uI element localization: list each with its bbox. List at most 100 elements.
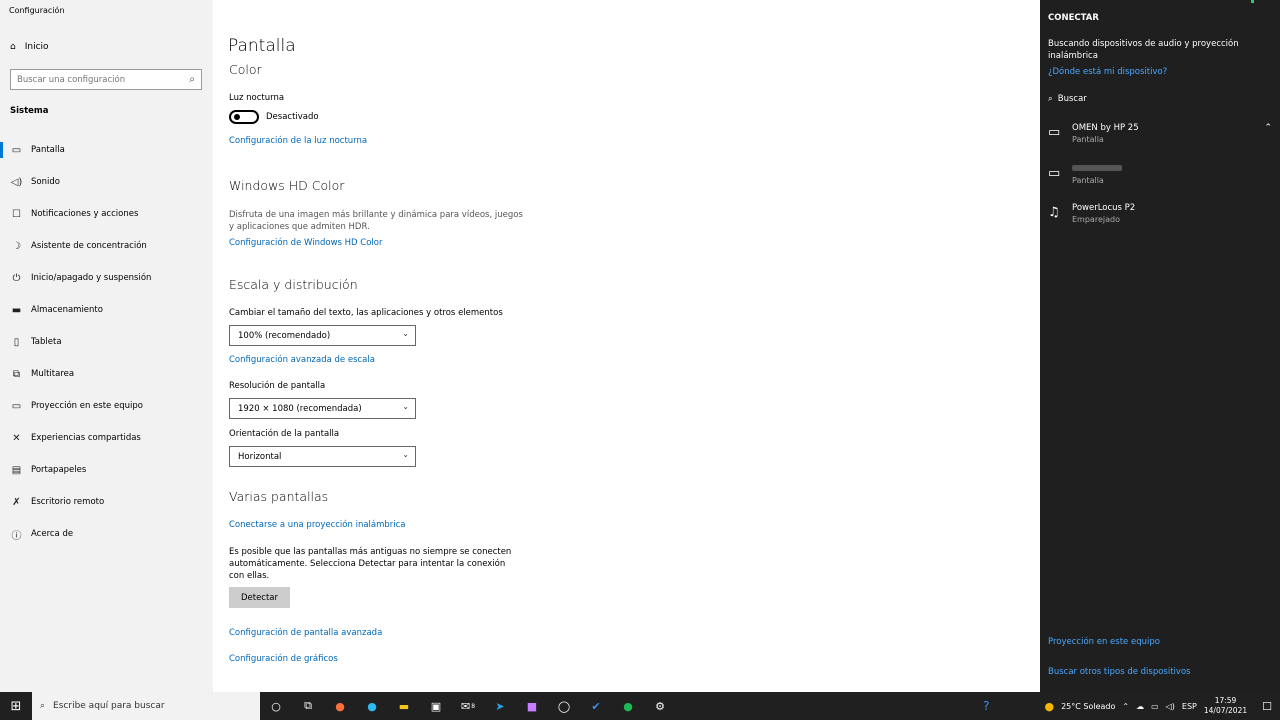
windows-start-icon[interactable]: ⊞: [0, 692, 32, 720]
monitor-icon: ▭: [1048, 166, 1061, 181]
cortana-icon[interactable]: ○: [260, 692, 292, 720]
edge-icon[interactable]: ●: [356, 692, 388, 720]
sidebar-item-label: Pantalla: [31, 145, 65, 155]
device-name: OMEN by HP 25: [1072, 123, 1139, 133]
language-indicator[interactable]: ESP: [1182, 702, 1197, 711]
device-item[interactable]: ♫ PowerLocus P2 Emparejado: [1048, 203, 1272, 231]
night-light-label: Luz nocturna: [229, 93, 285, 103]
device-item[interactable]: ▭ Pantalla: [1048, 164, 1272, 192]
sidebar: Configuración ⌂ Inicio ⌕ Sistema ▭ Panta…: [0, 0, 213, 692]
help-icon[interactable]: ?: [983, 699, 989, 713]
tablet-icon: ▯: [13, 336, 20, 348]
night-light-toggle[interactable]: [229, 110, 259, 124]
main-content: Pantalla Color Luz nocturna Desactivado …: [213, 0, 1040, 692]
home-link[interactable]: ⌂ Inicio: [10, 42, 49, 52]
advanced-display-link[interactable]: Configuración de pantalla avanzada: [229, 628, 382, 638]
sidebar-item-escritorio-remoto[interactable]: ✗ Escritorio remoto: [0, 492, 213, 512]
page-title: Pantalla: [228, 36, 296, 56]
settings-search[interactable]: ⌕: [10, 69, 202, 90]
sidebar-item-label: Portapapeles: [31, 465, 87, 475]
moon-icon: ☽: [12, 240, 21, 252]
where-device-link[interactable]: ¿Dónde está mi dispositivo?: [1048, 67, 1167, 77]
shared-icon: ✕: [12, 432, 21, 444]
clock[interactable]: 17:59 14/07/2021: [1204, 696, 1247, 716]
monitor-icon: ▭: [11, 144, 22, 156]
connect-search[interactable]: ⌕ Buscar: [1048, 94, 1087, 104]
window-title: Configuración: [9, 6, 65, 15]
device-type: Emparejado: [1072, 215, 1120, 224]
sidebar-item-notificaciones[interactable]: ☐ Notificaciones y acciones: [0, 204, 213, 224]
multi-display-heading: Varias pantallas: [229, 489, 329, 504]
detect-button[interactable]: Detectar: [229, 587, 290, 608]
hd-color-description: Disfruta de una imagen más brillante y d…: [229, 210, 523, 232]
device-item[interactable]: ▭ OMEN by HP 25 Pantalla ⌃: [1048, 123, 1272, 151]
antivirus-icon[interactable]: ☁: [1136, 702, 1144, 711]
sidebar-item-experiencias[interactable]: ✕ Experiencias compartidas: [0, 428, 213, 448]
whatsapp-icon[interactable]: ◯: [548, 692, 580, 720]
firefox-icon[interactable]: ●: [324, 692, 356, 720]
weather-text[interactable]: 25°C Soleado: [1061, 702, 1115, 711]
search-icon[interactable]: ⌕: [189, 74, 195, 85]
device-name-redacted: [1072, 164, 1122, 174]
connect-search-label: Buscar: [1057, 94, 1087, 104]
resolution-dropdown[interactable]: 1920 × 1080 (recomendada) ⌄: [229, 398, 416, 419]
color-heading: Color: [229, 62, 262, 77]
sidebar-item-sonido[interactable]: ◁) Sonido: [0, 172, 213, 192]
system-tray: ? ● 25°C Soleado ⌃ ☁ ▭ ◁) ESP 17:59 14/0…: [983, 692, 1280, 720]
sidebar-item-label: Tableta: [31, 337, 62, 347]
volume-icon[interactable]: ◁): [1166, 702, 1175, 711]
sidebar-item-multitarea[interactable]: ⧉ Multitarea: [0, 364, 213, 384]
notification-center-icon[interactable]: ☐: [1262, 700, 1272, 713]
panel-indicator: [1251, 0, 1254, 3]
orientation-dropdown[interactable]: Horizontal ⌄: [229, 446, 416, 467]
sidebar-item-label: Asistente de concentración: [31, 241, 147, 251]
spotify-icon[interactable]: ●: [612, 692, 644, 720]
sidebar-item-acerca-de[interactable]: ⓘ Acerca de: [0, 524, 213, 544]
file-explorer-icon[interactable]: ▬: [388, 692, 420, 720]
projection-link[interactable]: Proyección en este equipo: [1048, 637, 1160, 647]
sidebar-item-label: Multitarea: [31, 369, 75, 379]
graphics-settings-link[interactable]: Configuración de gráficos: [229, 654, 338, 664]
sidebar-item-label: Escritorio remoto: [31, 497, 105, 507]
todo-icon[interactable]: ✔: [580, 692, 612, 720]
wireless-display-link[interactable]: Conectarse a una proyección inalámbrica: [229, 520, 406, 530]
settings-gear-icon[interactable]: ⚙: [644, 692, 676, 720]
telegram-icon[interactable]: ➤: [484, 692, 516, 720]
advanced-scaling-link[interactable]: Configuración avanzada de escala: [229, 355, 375, 365]
sidebar-item-label: Almacenamiento: [31, 305, 103, 315]
sidebar-item-pantalla[interactable]: ▭ Pantalla: [0, 140, 213, 160]
sidebar-item-asistente[interactable]: ☽ Asistente de concentración: [0, 236, 213, 256]
storage-icon: ▬: [11, 304, 22, 316]
mail-icon[interactable]: ✉ 8: [452, 692, 484, 720]
info-icon: ⓘ: [11, 530, 22, 542]
chevron-up-icon[interactable]: ⌃: [1264, 123, 1272, 133]
sidebar-item-portapapeles[interactable]: ▤ Portapapeles: [0, 460, 213, 480]
sidebar-item-proyeccion[interactable]: ▭ Proyección en este equipo: [0, 396, 213, 416]
night-light-settings-link[interactable]: Configuración de la luz nocturna: [229, 136, 367, 146]
taskbar-search[interactable]: ⌕ Escribe aquí para buscar: [32, 692, 260, 720]
sidebar-item-tableta[interactable]: ▯ Tableta: [0, 332, 213, 352]
store-icon[interactable]: ▣: [420, 692, 452, 720]
notification-icon: ☐: [12, 208, 21, 220]
ide-icon[interactable]: ■: [516, 692, 548, 720]
device-type: Pantalla: [1072, 176, 1104, 185]
network-icon[interactable]: ▭: [1151, 702, 1159, 711]
device-type: Pantalla: [1072, 135, 1104, 144]
sidebar-item-inicio-apagado[interactable]: ⏻ Inicio/apagado y suspensión: [0, 268, 213, 288]
other-devices-link[interactable]: Buscar otros tipos de dispositivos: [1048, 667, 1191, 677]
text-size-label: Cambiar el tamaño del texto, las aplicac…: [229, 308, 503, 318]
sidebar-item-almacenamiento[interactable]: ▬ Almacenamiento: [0, 300, 213, 320]
sidebar-item-label: Acerca de: [31, 529, 74, 539]
hd-color-settings-link[interactable]: Configuración de Windows HD Color: [229, 238, 383, 248]
task-view-icon[interactable]: ⧉: [292, 692, 324, 720]
chevron-up-icon[interactable]: ⌃: [1122, 702, 1129, 711]
scale-value: 100% (recomendado): [238, 330, 331, 341]
scale-dropdown[interactable]: 100% (recomendado) ⌄: [229, 325, 416, 346]
taskbar: ⊞ ⌕ Escribe aquí para buscar ○ ⧉ ● ● ▬ ▣…: [0, 692, 1280, 720]
settings-search-input[interactable]: [17, 74, 190, 85]
remote-icon: ✗: [12, 496, 21, 508]
scale-heading: Escala y distribución: [229, 277, 358, 292]
hd-color-heading: Windows HD Color: [229, 178, 345, 193]
device-name: PowerLocus P2: [1072, 203, 1136, 213]
connect-panel: CONECTAR Buscando dispositivos de audio …: [1040, 0, 1280, 692]
